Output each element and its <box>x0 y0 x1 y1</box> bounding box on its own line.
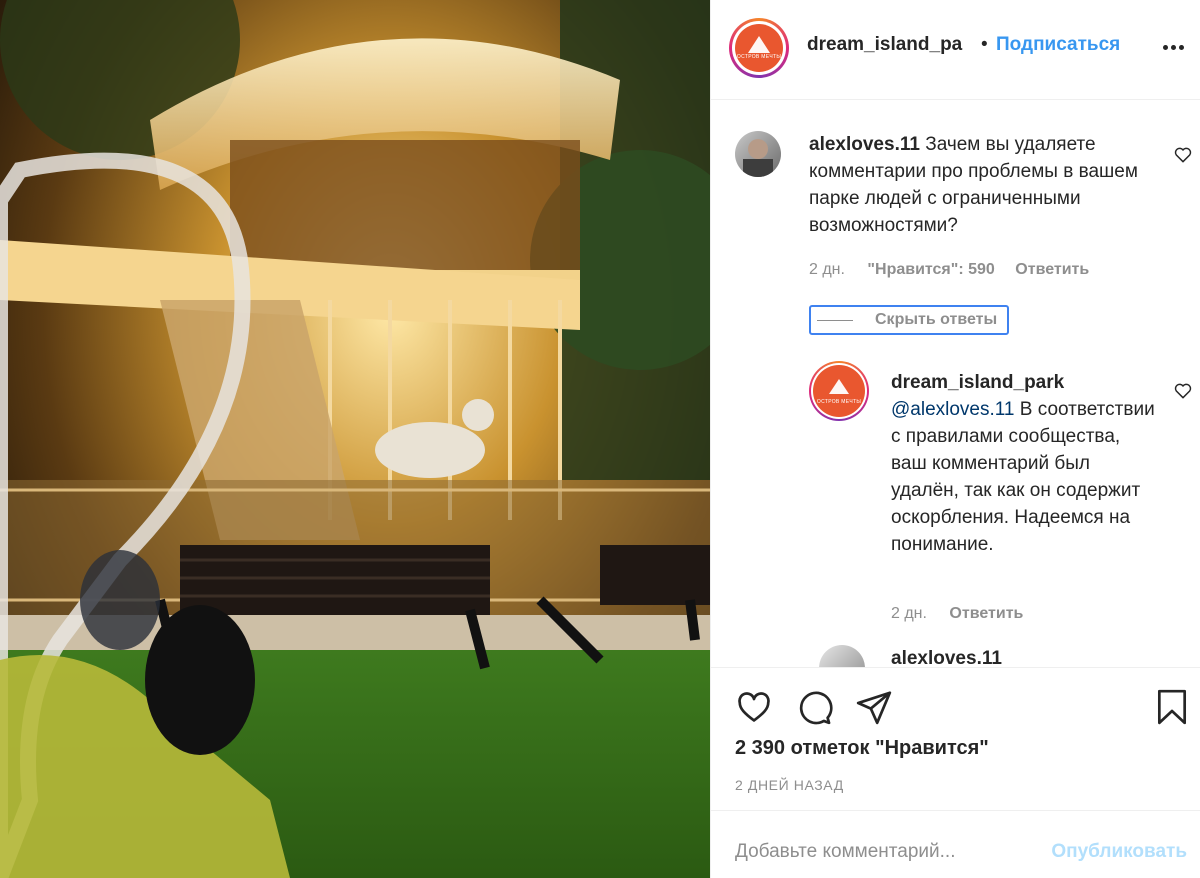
hide-replies-label: Скрыть ответы <box>875 311 998 328</box>
carousel-photo-illustration <box>0 0 710 878</box>
comment-avatar[interactable] <box>735 131 781 177</box>
more-dots-icon[interactable] <box>1163 37 1187 57</box>
reply-username[interactable]: dream_island_park <box>891 369 1161 396</box>
comment-reply-button[interactable]: Ответить <box>1015 261 1089 278</box>
reply-like-heart-icon[interactable] <box>1173 381 1193 401</box>
likes-count[interactable]: 2 390 отметок "Нравится" <box>735 737 989 760</box>
reply-mention[interactable]: @alexloves.11 <box>891 399 1015 420</box>
post-photo[interactable] <box>0 0 710 878</box>
paper-plane-icon[interactable] <box>855 688 893 726</box>
next-comment-text: alexloves.11 <box>891 645 1002 667</box>
comment-time[interactable]: 2 дн. <box>809 261 845 278</box>
comments-list[interactable]: alexloves.11 Зачем вы удаляете комментар… <box>711 101 1200 667</box>
comment-composer: Добавьте комментарий... Опубликовать <box>711 810 1200 878</box>
account-username[interactable]: dream_island_pa <box>807 34 962 56</box>
publish-button[interactable]: Опубликовать <box>1051 841 1187 863</box>
hide-replies-button[interactable]: Скрыть ответы <box>809 305 1009 335</box>
post-date[interactable]: 2 ДНЕЙ НАЗАД <box>735 777 844 793</box>
reply-reply-button[interactable]: Ответить <box>949 605 1023 622</box>
reply-body: В соответствии с правилами сообщества, в… <box>891 399 1155 555</box>
separator-dot: • <box>981 34 988 55</box>
comment-bubble-icon[interactable] <box>795 688 833 726</box>
follow-button[interactable]: Подписаться <box>996 34 1120 56</box>
next-comment-avatar[interactable] <box>819 645 865 667</box>
comment-likes[interactable]: "Нравится": 590 <box>867 261 994 278</box>
post-actions: 2 390 отметок "Нравится" 2 ДНЕЙ НАЗАД <box>711 667 1200 810</box>
post-panel: ОСТРОВ МЕЧТЫ dream_island_pa • Подписать… <box>710 0 1200 878</box>
reply-text: dream_island_park @alexloves.11 В соотве… <box>891 369 1161 558</box>
reply-time[interactable]: 2 дн. <box>891 605 927 622</box>
reply-meta: 2 дн. Ответить <box>891 605 1023 623</box>
comment-input[interactable]: Добавьте комментарий... <box>735 841 955 863</box>
dream-island-logo: ОСТРОВ МЕЧТЫ <box>735 24 783 72</box>
post-header: ОСТРОВ МЕЧТЫ dream_island_pa • Подписать… <box>711 0 1200 100</box>
comment-meta: 2 дн. "Нравится": 590 Ответить <box>809 261 1089 279</box>
comment-like-heart-icon[interactable] <box>1173 145 1193 165</box>
next-comment-username[interactable]: alexloves.11 <box>891 648 1002 667</box>
comment-username[interactable]: alexloves.11 <box>809 134 920 155</box>
hide-replies-line <box>817 319 853 321</box>
bookmark-icon[interactable] <box>1153 688 1191 726</box>
heart-icon[interactable] <box>735 688 773 726</box>
dream-island-logo: ОСТРОВ МЕЧТЫ <box>813 365 865 417</box>
account-avatar[interactable]: ОСТРОВ МЕЧТЫ <box>729 18 789 78</box>
reply-avatar[interactable]: ОСТРОВ МЕЧТЫ <box>809 361 869 421</box>
comment-text: alexloves.11 Зачем вы удаляете комментар… <box>809 131 1159 239</box>
